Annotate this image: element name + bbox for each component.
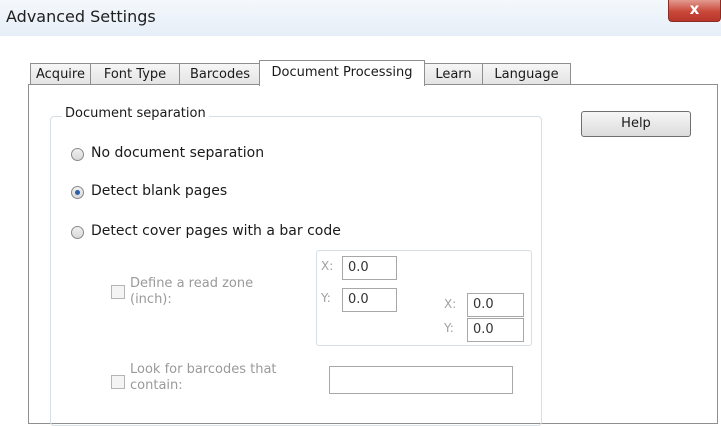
look-for-barcodes-label-line1: Look for barcodes that: [130, 362, 277, 377]
tab-learn[interactable]: Learn: [424, 63, 483, 85]
tab-acquire[interactable]: Acquire: [30, 63, 91, 85]
barcode-contains-input[interactable]: [329, 366, 513, 394]
y1-label: Y:: [321, 291, 331, 305]
radio-no-separation[interactable]: [71, 148, 84, 161]
group-label: Document separation: [62, 106, 209, 121]
y1-input[interactable]: 0.0: [342, 288, 397, 312]
close-icon: x: [689, 0, 700, 18]
look-for-barcodes-checkbox[interactable]: [111, 375, 125, 389]
title-bar: Advanced Settings x: [0, 0, 721, 36]
radio-detect-cover-pages[interactable]: [71, 226, 84, 239]
radio-detect-blank-pages-label[interactable]: Detect blank pages: [91, 183, 227, 199]
tab-barcodes[interactable]: Barcodes: [179, 63, 261, 85]
close-button[interactable]: x: [668, 0, 721, 22]
x1-label: X:: [321, 259, 334, 273]
define-read-zone-checkbox[interactable]: [111, 285, 125, 299]
radio-detect-cover-pages-label[interactable]: Detect cover pages with a bar code: [91, 223, 341, 239]
tab-language[interactable]: Language: [482, 63, 571, 85]
define-read-zone-label-line2: (inch):: [130, 292, 172, 307]
x2-input[interactable]: 0.0: [467, 293, 524, 317]
tab-document-processing[interactable]: Document Processing: [259, 60, 425, 86]
radio-no-separation-label[interactable]: No document separation: [91, 145, 264, 161]
window-title: Advanced Settings: [6, 7, 156, 26]
help-button[interactable]: Help: [581, 111, 691, 137]
x1-input[interactable]: 0.0: [342, 256, 397, 280]
y2-label: Y:: [444, 321, 454, 335]
look-for-barcodes-label-line2: contain:: [130, 378, 183, 393]
tab-font-type[interactable]: Font Type: [90, 63, 180, 85]
radio-detect-blank-pages[interactable]: [71, 186, 84, 199]
define-read-zone-label-line1: Define a read zone: [130, 276, 254, 291]
y2-input[interactable]: 0.0: [467, 318, 524, 342]
x2-label: X:: [444, 297, 457, 311]
